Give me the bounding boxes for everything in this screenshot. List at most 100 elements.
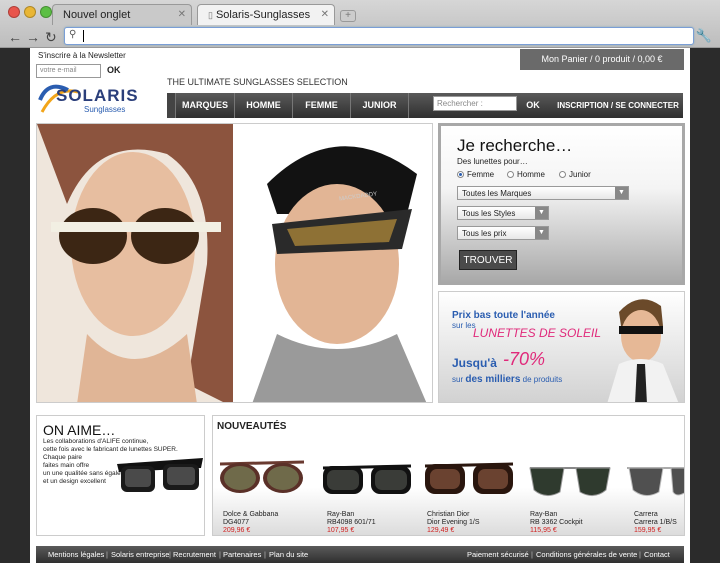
select-value: Tous les prix <box>462 229 507 238</box>
footer-link[interactable]: Mentions légales <box>48 546 104 563</box>
close-tab-icon[interactable]: ✕ <box>321 9 329 20</box>
tab-label: Nouvel onglet <box>63 9 131 21</box>
nav-item-marques[interactable]: MARQUES <box>176 93 235 118</box>
product-model: RB 3362 Cockpit <box>530 519 583 526</box>
product-card-dg[interactable]: Dolce & Gabbana DG4077 209,96 € <box>223 511 278 535</box>
chevron-down-icon: ▼ <box>615 187 628 199</box>
footer-separator: | <box>219 550 221 559</box>
minimize-window-icon[interactable] <box>24 6 36 18</box>
footer-link[interactable]: Partenaires <box>223 546 261 563</box>
newsletter-email-input[interactable]: votre e-mail <box>36 64 101 78</box>
radio-button-icon <box>559 171 566 179</box>
footer-separator: | <box>531 550 533 559</box>
account-link[interactable]: INSCRIPTION / SE CONNECTER <box>555 93 681 118</box>
hero-photos <box>37 124 432 402</box>
radio-label: Femme <box>467 170 495 179</box>
nav-item-junior[interactable]: JUNIOR <box>351 93 409 118</box>
footer-separator: | <box>639 550 641 559</box>
nav-item-homme[interactable]: HOMME <box>235 93 293 118</box>
chevron-down-icon: ▼ <box>535 207 548 219</box>
tagline: THE ULTIMATE SUNGLASSES SELECTION <box>167 77 348 87</box>
newsletter-ok-button[interactable]: OK <box>107 65 121 75</box>
promo-discount: -70% <box>503 349 546 369</box>
product-price: 159,95 € <box>634 527 662 534</box>
radio-button-icon <box>507 171 514 179</box>
new-products-title: NOUVEAUTÉS <box>217 421 287 432</box>
main-nav: MARQUES HOMME FEMME JUNIOR Rechercher : … <box>167 93 683 118</box>
product-model: RB4098 601/71 <box>327 519 376 526</box>
promo-banner[interactable]: Prix bas toute l'année sur les LUNETTES … <box>438 291 685 403</box>
product-card-rayban-cockpit[interactable]: Ray-Ban RB 3362 Cockpit 115,95 € <box>530 511 583 535</box>
footer-link[interactable]: Recrutement <box>173 546 216 563</box>
find-button[interactable]: TROUVER <box>459 250 517 270</box>
logo-text: SOLARIS <box>56 86 139 105</box>
tab-new-tab[interactable]: Nouvel onglet ✕ <box>52 4 192 25</box>
cart-summary[interactable]: Mon Panier / 0 produit / 0,00 € <box>520 49 684 70</box>
chevron-down-icon: ▼ <box>535 227 548 239</box>
product-price: 115,95 € <box>530 527 557 534</box>
radio-homme[interactable]: Homme <box>507 170 545 179</box>
close-tab-icon[interactable]: ✕ <box>178 9 186 20</box>
product-image-dg <box>219 460 305 493</box>
wrench-icon[interactable]: 🔧 <box>696 28 712 44</box>
promo-line4: sur des milliers de produits <box>452 374 562 385</box>
address-bar[interactable]: ⚲ <box>64 27 694 45</box>
close-window-icon[interactable] <box>8 6 20 18</box>
product-card-rayban-1[interactable]: Ray-Ban RB4098 601/71 107,95 € <box>327 511 376 535</box>
on-aime-title: ON AIME… <box>43 422 116 438</box>
radio-button-icon <box>457 171 464 179</box>
tab-label: Solaris-Sunglasses <box>215 9 311 21</box>
promo-line4-mid: des milliers <box>465 374 521 385</box>
footer-link[interactable]: Plan du site <box>269 546 308 563</box>
product-brand: Carrera <box>634 511 658 518</box>
new-tab-button[interactable]: + <box>340 10 356 22</box>
product-card-dior[interactable]: Christian Dior Dior Evening 1/S 129,49 € <box>427 511 480 535</box>
radio-junior[interactable]: Junior <box>559 170 591 179</box>
search-icon: ⚲ <box>69 29 77 40</box>
maximize-window-icon[interactable] <box>40 6 52 18</box>
site-search-input[interactable]: Rechercher : <box>433 96 517 111</box>
promo-line4-post: de produits <box>522 375 563 384</box>
style-select[interactable]: Tous les Styles ▼ <box>457 206 549 220</box>
promo-model-photo <box>607 299 679 402</box>
browser-chrome: Nouvel onglet ✕ ▯ Solaris-Sunglasses ✕ + … <box>0 0 720 48</box>
hero-banner[interactable]: MACKDADDY <box>36 123 433 403</box>
product-model: Carrera 1/B/S <box>634 519 677 526</box>
footer-bar: Mentions légales | Solaris entreprise | … <box>36 546 684 563</box>
on-aime-panel[interactable]: ON AIME… Les collaborations d'ALIFE cont… <box>36 415 205 536</box>
product-price: 107,95 € <box>327 527 355 534</box>
promo-line4-pre: sur <box>452 375 464 384</box>
product-card-carrera[interactable]: Carrera Carrera 1/B/S 159,95 € <box>634 511 677 535</box>
footer-link[interactable]: Contact <box>644 546 670 563</box>
footer-link[interactable]: Paiement sécurisé <box>467 546 529 563</box>
product-model: Dior Evening 1/S <box>427 519 480 526</box>
back-arrow-icon[interactable]: ← <box>8 29 22 45</box>
radio-femme[interactable]: Femme <box>457 170 494 179</box>
solaris-logo[interactable]: SOLARIS Sunglasses <box>38 80 138 120</box>
web-page: S'inscrire à la Newsletter votre e-mail … <box>30 48 690 563</box>
site-search-ok-button[interactable]: OK <box>521 93 545 118</box>
reload-icon[interactable]: ↻ <box>45 29 57 46</box>
product-image-dior <box>424 462 514 494</box>
footer-separator: | <box>169 550 171 559</box>
search-panel-title: Je recherche… <box>457 136 573 155</box>
search-panel: Je recherche… Des lunettes pour… Femme H… <box>438 123 685 285</box>
product-brand: Christian Dior <box>427 511 470 518</box>
product-brand: Dolce & Gabbana <box>223 511 279 518</box>
footer-link[interactable]: Solaris entreprise <box>111 546 169 563</box>
forward-arrow-icon[interactable]: → <box>26 29 40 45</box>
footer-link[interactable]: Conditions générales de vente <box>536 546 637 563</box>
on-aime-line: cette fois avec le fabricant de lunettes… <box>43 446 178 453</box>
tab-solaris[interactable]: ▯ Solaris-Sunglasses ✕ <box>197 4 335 25</box>
product-image-rayban-1 <box>322 464 412 494</box>
nav-item-femme[interactable]: FEMME <box>293 93 351 118</box>
logo-subtitle: Sunglasses <box>84 105 126 114</box>
product-model: DG4077 <box>223 519 250 526</box>
product-price: 129,49 € <box>427 527 455 534</box>
promo-line1: Prix bas toute l'année <box>452 310 555 321</box>
brand-select[interactable]: Toutes les Marques ▼ <box>457 186 629 200</box>
radio-label: Junior <box>569 170 591 179</box>
product-image-rayban-cockpit <box>529 467 611 496</box>
price-select[interactable]: Tous les prix ▼ <box>457 226 549 240</box>
search-panel-subtitle: Des lunettes pour… <box>457 157 528 166</box>
